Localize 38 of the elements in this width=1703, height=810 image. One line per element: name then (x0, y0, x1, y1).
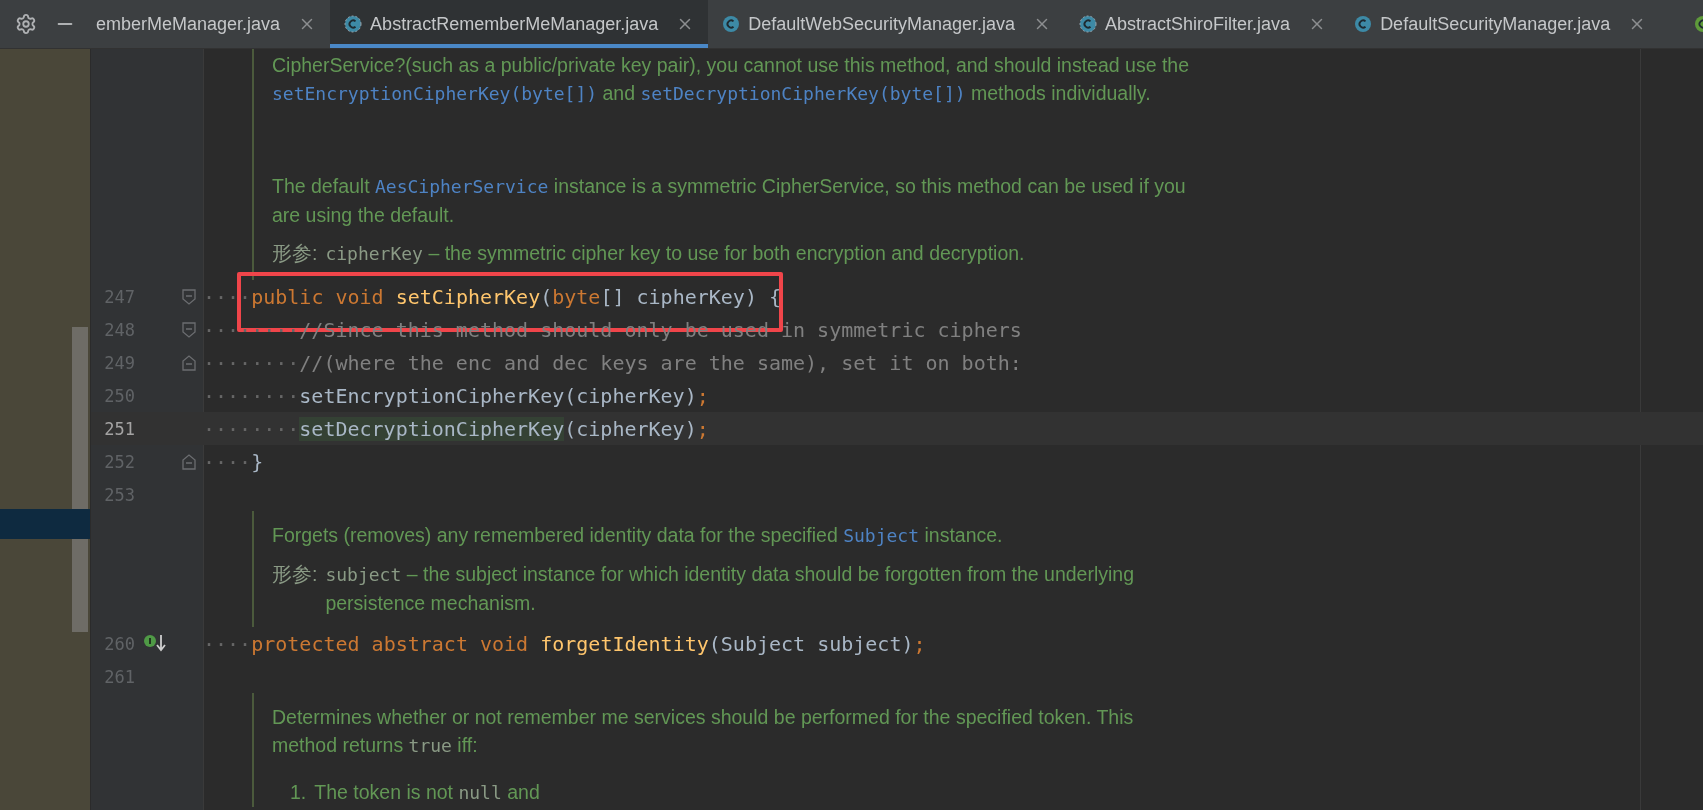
fold-icon[interactable] (182, 289, 196, 305)
abstract-class-icon (344, 15, 363, 33)
class-icon (1694, 15, 1703, 33)
class-icon (1354, 15, 1373, 33)
whitespace-dots: ···· (203, 449, 252, 474)
implemented-icon[interactable] (143, 633, 169, 653)
code-line: protected abstract void forgetIdentity(Subject subject); (251, 631, 926, 656)
code-line: } (251, 449, 264, 474)
line-number: 251 (103, 418, 135, 439)
abstract-class-icon (1079, 15, 1098, 33)
param-label: 形参: (272, 562, 318, 587)
doc-paragraph: Forgets (removes) any remembered identity data for the specified Subject instance. (272, 523, 1004, 548)
param-label: 形参: (272, 241, 318, 266)
settings-icon[interactable] (14, 13, 37, 35)
editor-tab[interactable]: AbstractShiroFilter.java (1065, 0, 1341, 48)
param-description: cipherKey – the symmetric cipher key to use for both encryption and decryption. (325, 241, 1026, 266)
code-line: setEncryptionCipherKey(cipherKey); (299, 383, 709, 408)
doc-paragraph: CipherService?(such as a public/private key pair), you cannot use this method, and should instead use the setEncryptionCipherKey(byte[]) and setDecryptionCipherKey(byte[]) methods individually. (272, 53, 1191, 106)
editor-tab[interactable]: emberMeManager.java (90, 0, 331, 48)
fold-icon[interactable] (182, 322, 196, 338)
code-line: public void setCipherKey(byte[] cipherKey) { (251, 284, 782, 309)
scrollbar[interactable] (72, 327, 88, 632)
whitespace-dots: ···· (203, 631, 252, 656)
editor-tab[interactable]: DefaultSecurityManager.java (1340, 0, 1661, 48)
doc-paragraph: Determines whether or not remember me services should be performed for the specified token. This method returns true iff: (272, 705, 1135, 758)
code-line: //(where the enc and dec keys are the same), set it on both: (299, 350, 1022, 375)
doc-paragraph: The default AesCipherService instance is a symmetric CipherService, so this method can be used if you are using the default. (272, 174, 1187, 228)
class-icon (722, 15, 741, 33)
param-description: subject – the subject instance for which identity data should be forgotten from the underlying persistence mechanism. (325, 562, 1136, 616)
whitespace-dots: ········ (203, 383, 300, 408)
whitespace-dots: ········ (203, 350, 300, 375)
editor-tab[interactable]: AbstractRememberMeManager.java (330, 0, 709, 48)
list-marker: 1. (290, 780, 307, 805)
whitespace-dots: ········ (203, 416, 300, 441)
list-item: The token is not null and (314, 780, 540, 805)
fold-icon[interactable] (182, 355, 196, 371)
editor-tab[interactable]: DefaultWebSecurityManager.java (708, 0, 1066, 48)
fold-icon[interactable] (182, 454, 196, 470)
